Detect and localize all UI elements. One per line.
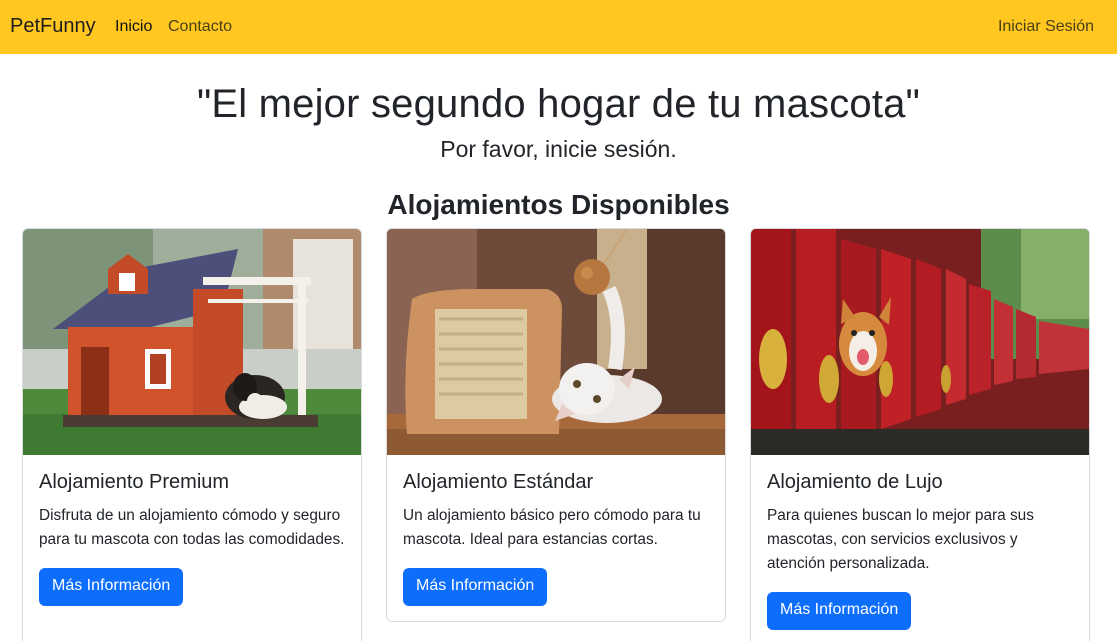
navbar: PetFunny Inicio Contacto Iniciar Sesión — [0, 0, 1117, 54]
corgi-image — [751, 229, 1089, 455]
brand-logo[interactable]: PetFunny — [10, 15, 96, 38]
card-text: Un alojamiento básico pero cómodo para t… — [403, 507, 701, 548]
kitten-image — [387, 229, 725, 455]
card-lujo: Alojamiento de Lujo Para quienes buscan … — [750, 228, 1090, 641]
more-info-button[interactable]: Más Información — [403, 568, 548, 606]
more-info-button[interactable]: Más Información — [767, 592, 912, 630]
card-premium: Alojamiento Premium Disfruta de un aloja… — [22, 228, 362, 641]
nav-link-inicio[interactable]: Inicio — [115, 18, 152, 36]
card-text: Para quienes buscan lo mejor para sus ma… — [767, 507, 1034, 572]
dog-house-image — [23, 229, 361, 455]
hero-title: "El mejor segundo hogar de tu mascota" — [196, 82, 921, 126]
login-link[interactable]: Iniciar Sesión — [998, 18, 1094, 36]
nav-link-contacto[interactable]: Contacto — [168, 18, 232, 36]
hero-subtitle: Por favor, inicie sesión. — [440, 136, 677, 162]
card-title: Alojamiento Estándar — [403, 471, 594, 493]
more-info-button[interactable]: Más Información — [39, 568, 184, 606]
card-text: Disfruta de un alojamiento cómodo y segu… — [39, 507, 345, 548]
card-title: Alojamiento Premium — [39, 471, 230, 493]
section-title: Alojamientos Disponibles — [387, 189, 730, 220]
card-title: Alojamiento de Lujo — [767, 471, 943, 493]
card-estandar: Alojamiento Estándar Un alojamiento bási… — [386, 228, 726, 622]
